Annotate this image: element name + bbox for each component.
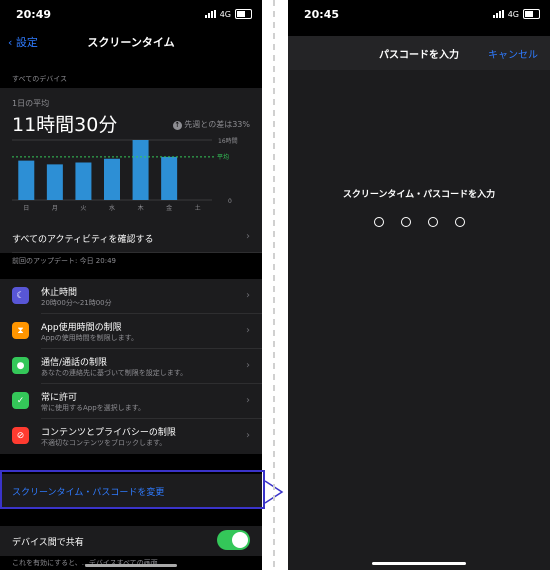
chart-bar	[132, 140, 149, 200]
chart-bar	[75, 162, 92, 200]
checkmark-icon: ✓	[12, 392, 29, 409]
day-label: 金	[166, 204, 172, 212]
day-label: 月	[52, 205, 58, 212]
menu-title: コンテンツとプライバシーの制限	[41, 428, 176, 438]
separator	[12, 252, 262, 253]
divider	[273, 0, 275, 570]
day-label: 木	[138, 204, 144, 212]
home-indicator	[85, 564, 177, 567]
chevron-right-icon: ›	[246, 360, 250, 371]
chevron-right-icon: ›	[246, 290, 250, 301]
chart-bar	[18, 160, 35, 200]
axis-zero-label: 0	[228, 198, 232, 205]
average-line-label: 平均	[217, 153, 229, 161]
chevron-right-icon: ›	[246, 231, 250, 242]
share-label: デバイス間で共有	[12, 538, 84, 548]
last-update-label: 前回のアップデート: 今日 20:49	[12, 257, 116, 265]
home-indicator	[372, 562, 466, 565]
menu-subtitle: Appの使用時間を制限します。	[41, 334, 138, 342]
hourglass-icon: ⧗	[12, 322, 29, 339]
day-label: 水	[109, 204, 115, 212]
menu-row-hourglass[interactable]: ⧗ App使用時間の制限 Appの使用時間を制限します。 ›	[0, 314, 262, 349]
menu-title: 休止時間	[41, 288, 78, 298]
day-label: 日	[23, 205, 29, 212]
average-label: 1日の平均	[12, 99, 50, 108]
passcode-prompt: スクリーンタイム・パスコードを入力	[342, 190, 496, 200]
share-toggle[interactable]	[217, 530, 250, 550]
highlight-box	[0, 470, 265, 509]
passcode-input[interactable]	[288, 217, 550, 227]
chart-bar	[104, 158, 120, 200]
passcode-digit-dot	[373, 217, 384, 227]
status-indicators: 4G	[492, 9, 540, 19]
moon-icon: ☾	[12, 287, 29, 304]
no-entry-icon: ⊘	[12, 427, 29, 444]
chevron-right-icon: ›	[246, 325, 250, 336]
menu-row-no-entry[interactable]: ⊘ コンテンツとプライバシーの制限 不適切なコンテンツをブロックします。 ›	[0, 419, 262, 454]
chevron-right-icon: ›	[246, 430, 250, 441]
battery-icon	[235, 9, 252, 19]
devices-label: すべてのデバイス	[12, 75, 68, 83]
menu-title: 常に許可	[41, 393, 78, 403]
share-across-devices-row: デバイス間で共有	[0, 526, 262, 556]
signal-icon	[204, 10, 216, 18]
menu-subtitle: 20時00分～21時00分	[41, 299, 112, 307]
page-title: スクリーンタイム	[87, 36, 175, 49]
all-activity-label: すべてのアクティビティを確認する	[12, 235, 154, 245]
chevron-right-icon: ›	[246, 395, 250, 406]
menu-title: 通信/通話の制限	[41, 358, 108, 368]
day-label: 土	[195, 204, 201, 212]
battery-icon	[523, 9, 540, 19]
axis-max-label: 16時間	[218, 137, 238, 145]
passcode-digit-dot	[400, 217, 411, 227]
menu-subtitle: 不適切なコンテンツをブロックします。	[41, 439, 167, 447]
status-time: 20:45	[304, 8, 340, 21]
menu-row-person[interactable]: ● 通信/通話の制限 あなたの連絡先に基づいて制限を設定します。 ›	[0, 349, 262, 384]
menu-subtitle: 常に使用するAppを選択します。	[41, 404, 145, 412]
status-indicators: 4G	[204, 9, 252, 19]
passcode-entry-screen: 20:45 4G パスコードを入力 キャンセル スクリーンタイム・パスコードを入…	[288, 0, 550, 570]
settings-menu: ☾ 休止時間 20時00分～21時00分 › ⧗ App使用時間の制限 Appの使用時間を制…	[0, 279, 262, 454]
all-activity-link[interactable]: すべてのアクティビティを確認する ›	[0, 226, 262, 250]
cancel-button[interactable]: キャンセル	[488, 46, 538, 61]
passcode-digit-dot	[454, 217, 465, 227]
chart-bar	[161, 156, 178, 200]
navigation-bar: パスコードを入力 キャンセル	[288, 36, 550, 70]
network-type: 4G	[219, 9, 231, 19]
menu-row-checkmark[interactable]: ✓ 常に許可 常に使用するAppを選択します。 ›	[0, 384, 262, 419]
menu-subtitle: あなたの連絡先に基づいて制限を設定します。	[41, 369, 188, 377]
signal-icon	[492, 10, 504, 18]
chart-bar	[46, 164, 63, 200]
menu-title: App使用時間の制限	[41, 323, 122, 333]
status-time: 20:49	[16, 8, 52, 21]
menu-row-moon[interactable]: ☾ 休止時間 20時00分～21時00分 ›	[0, 279, 262, 314]
person-icon: ●	[12, 357, 29, 374]
day-label: 火	[80, 205, 86, 212]
navigation-bar: ‹ 設定 スクリーンタイム	[0, 28, 262, 58]
network-type: 4G	[507, 9, 519, 19]
passcode-digit-dot	[427, 217, 438, 227]
